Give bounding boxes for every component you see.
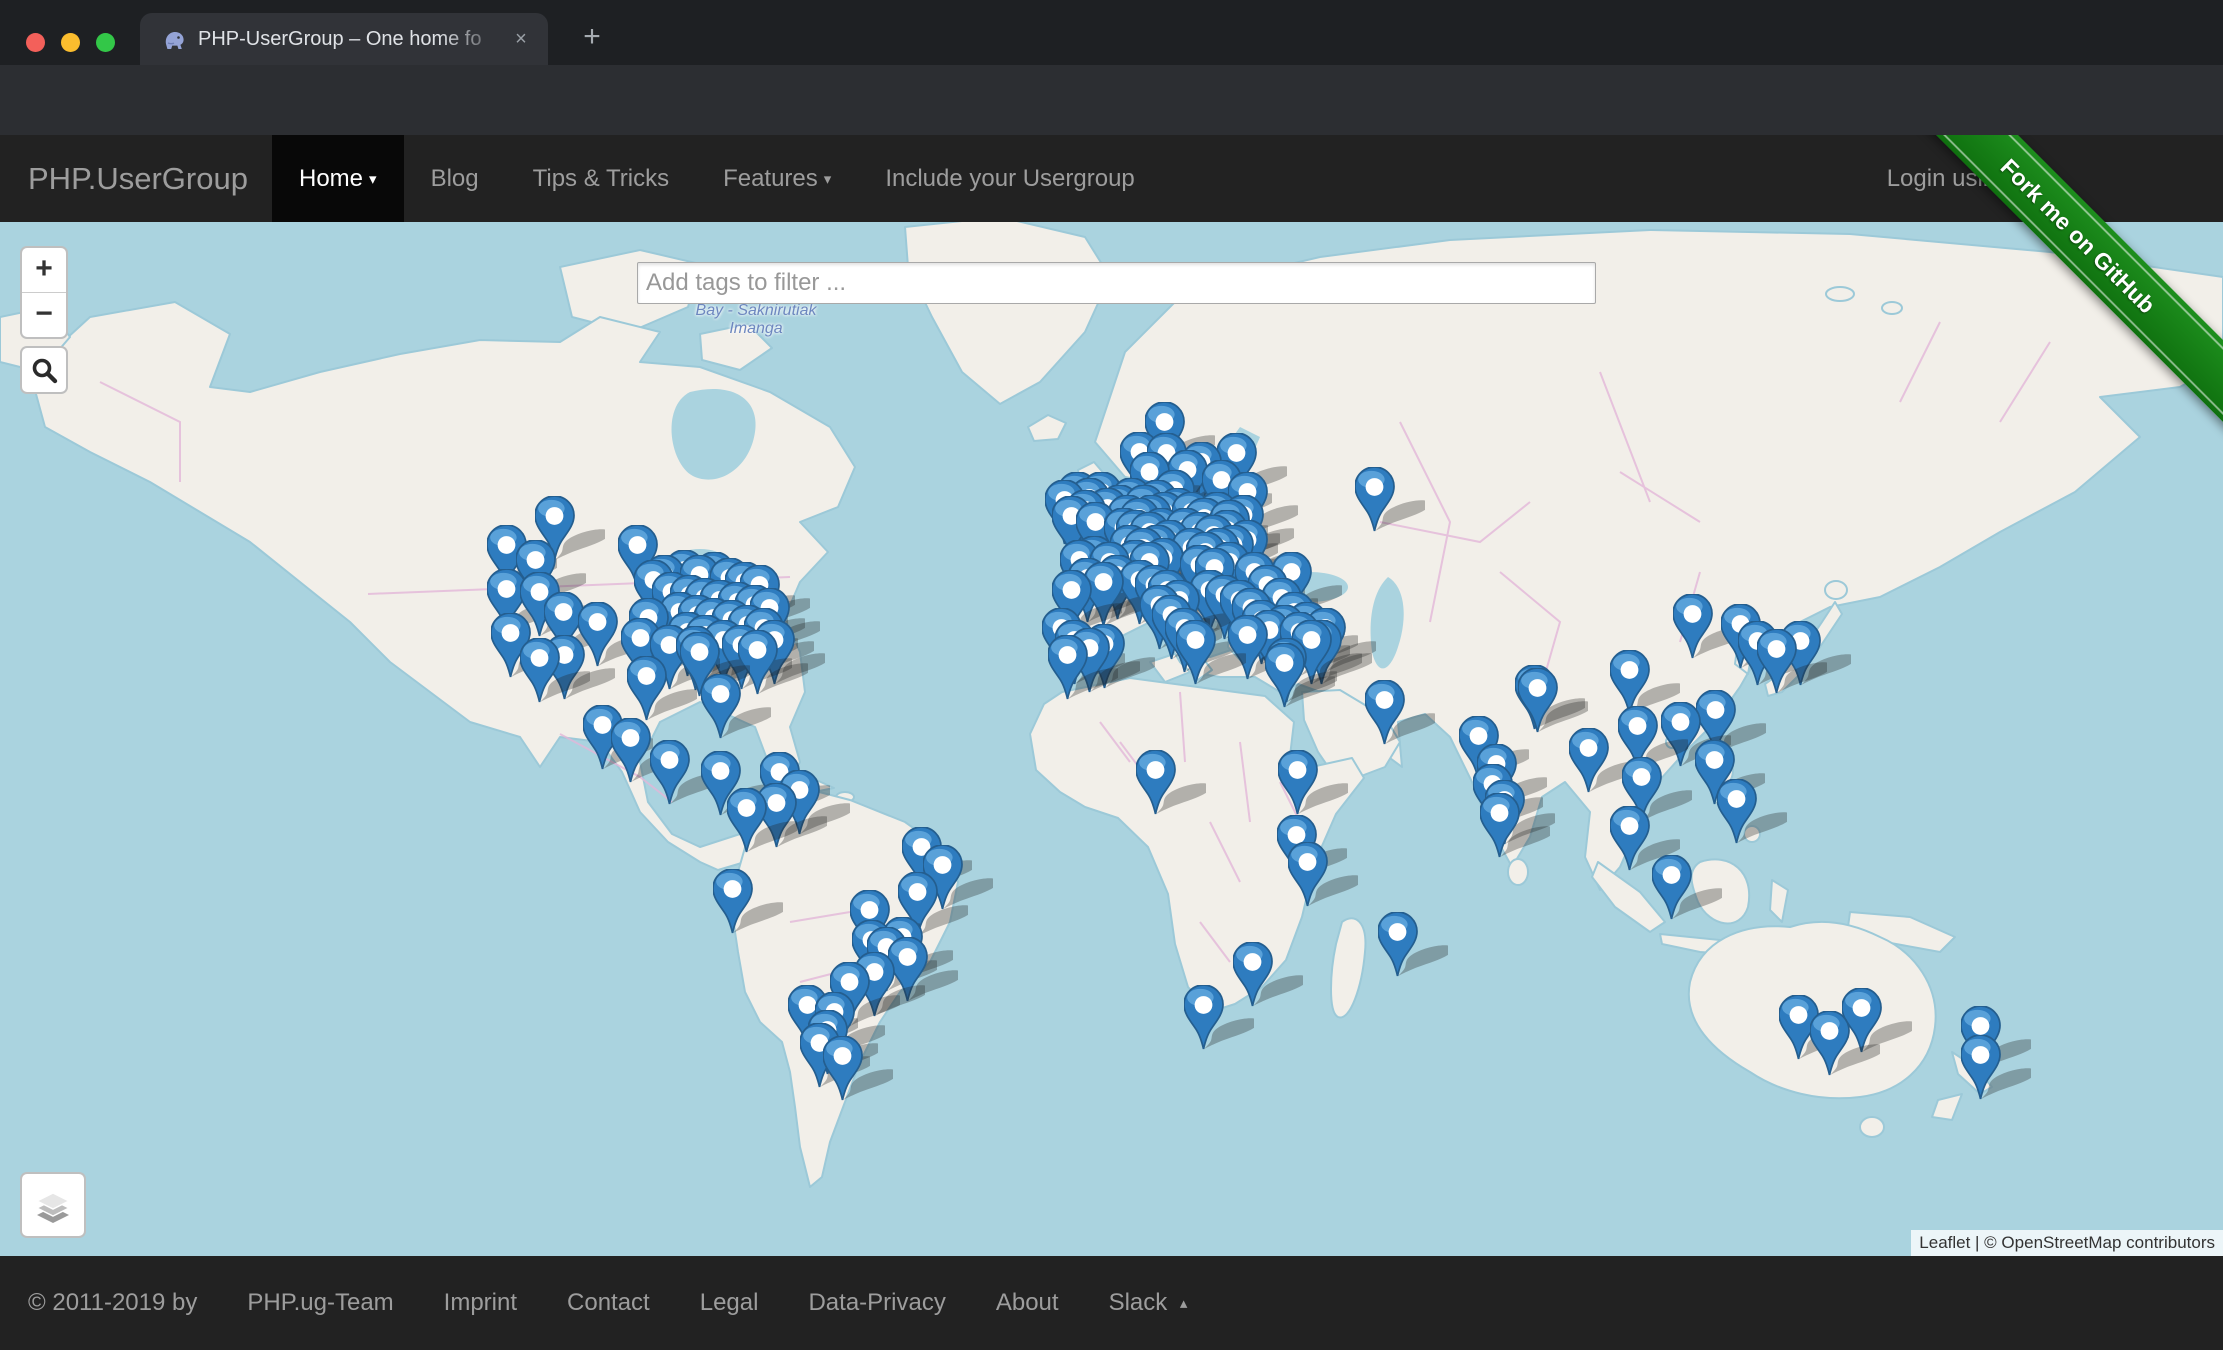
map-marker[interactable] — [713, 869, 783, 935]
map-marker[interactable] — [1810, 1011, 1880, 1077]
browser-tab[interactable]: PHP-UserGroup – One home fo × — [140, 13, 548, 65]
site-navbar: PHP.UserGroup Home▾BlogTips & TricksFeat… — [0, 135, 2223, 222]
footer-link-about[interactable]: About — [996, 1289, 1059, 1317]
zoom-out-button[interactable]: − — [22, 293, 66, 337]
map-marker[interactable] — [1288, 842, 1358, 908]
map-marker[interactable] — [1355, 467, 1425, 533]
map-marker[interactable] — [1184, 985, 1254, 1051]
map-marker[interactable] — [1378, 912, 1448, 978]
footer-link-imprint[interactable]: Imprint — [444, 1289, 517, 1317]
chevron-up-icon: ▴ — [1180, 1295, 1188, 1312]
nav-item-tips-tricks[interactable]: Tips & Tricks — [506, 135, 696, 222]
nav-item-home[interactable]: Home▾ — [272, 135, 404, 222]
zoom-in-button[interactable]: + — [22, 248, 66, 293]
footer-link-legal[interactable]: Legal — [700, 1289, 759, 1317]
site-footer: © 2011-2019 by PHP.ug-Team Imprint Contact… — [0, 1256, 2223, 1350]
chevron-down-icon: ▾ — [824, 171, 832, 188]
map-marker[interactable] — [1717, 779, 1787, 845]
site-brand[interactable]: PHP.UserGroup — [28, 135, 248, 222]
browser-window: { "colors": { "marker_blue": "#2e7cbf", … — [0, 0, 2223, 1350]
php-elephant-favicon — [162, 27, 188, 58]
map-marker[interactable] — [1961, 1035, 2031, 1101]
window-zoom-button[interactable] — [96, 33, 115, 52]
map-marker[interactable] — [823, 1036, 893, 1102]
map-marker[interactable] — [1176, 620, 1246, 686]
map-marker[interactable] — [1278, 750, 1348, 816]
new-tab-button[interactable]: + — [572, 18, 612, 58]
map-marker[interactable] — [1265, 643, 1335, 709]
chevron-down-icon: ▾ — [369, 171, 377, 188]
map-marker[interactable] — [520, 638, 590, 704]
layers-icon — [33, 1185, 73, 1225]
map-marker[interactable] — [1480, 793, 1550, 859]
map-marker[interactable] — [1652, 855, 1722, 921]
zoom-control: + − — [20, 246, 68, 339]
map-marker[interactable] — [1136, 750, 1206, 816]
nav-item-include-your-usergroup[interactable]: Include your Usergroup — [858, 135, 1161, 222]
leaflet-map[interactable]: BaffinBay - SaknirutiakImanga + − Leafle… — [0, 222, 2223, 1256]
footer-link-slack[interactable]: Slack ▴ — [1109, 1289, 1188, 1317]
tag-filter-input[interactable] — [637, 262, 1596, 304]
copyright-text: © 2011-2019 by — [28, 1289, 197, 1317]
browser-toolbar: https://php.ug — [0, 65, 2223, 135]
search-icon — [29, 355, 59, 385]
window-minimize-button[interactable] — [61, 33, 80, 52]
tab-close-button[interactable]: × — [508, 26, 534, 52]
window-close-button[interactable] — [26, 33, 45, 52]
browser-titlebar: PHP-UserGroup – One home fo × + — [0, 0, 2223, 65]
map-marker[interactable] — [727, 788, 797, 854]
map-marker[interactable] — [1365, 680, 1435, 746]
nav-menu: Home▾BlogTips & TricksFeatures▾Include y… — [272, 135, 1162, 222]
footer-link-php-ug-team[interactable]: PHP.ug-Team — [247, 1289, 393, 1317]
footer-link-contact[interactable]: Contact — [567, 1289, 650, 1317]
world-basemap — [0, 222, 2223, 1256]
layers-control[interactable] — [20, 1172, 86, 1238]
map-marker[interactable] — [1048, 635, 1118, 701]
map-marker[interactable] — [701, 674, 771, 740]
nav-item-blog[interactable]: Blog — [404, 135, 506, 222]
map-attribution[interactable]: Leaflet | © OpenStreetMap contributors — [1911, 1230, 2223, 1256]
nav-item-features[interactable]: Features▾ — [696, 135, 858, 222]
map-search-button[interactable] — [20, 346, 68, 394]
footer-link-data-privacy[interactable]: Data-Privacy — [808, 1289, 945, 1317]
map-marker[interactable] — [1757, 629, 1827, 695]
